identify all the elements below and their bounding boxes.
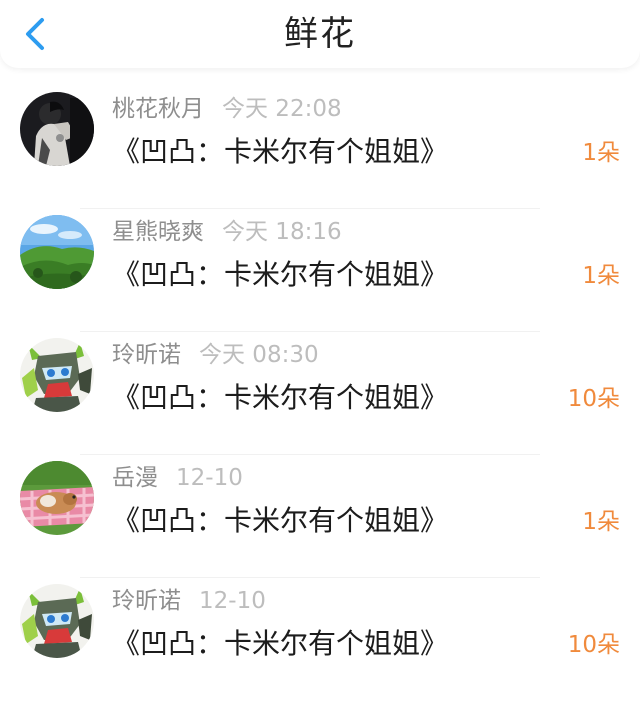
timestamp: 12-10: [176, 465, 243, 491]
user-avatar[interactable]: [20, 338, 94, 412]
record-meta: 星熊晓爽 今天 18:16: [112, 217, 342, 247]
flower-record-row[interactable]: 桃花秋月 今天 22:08 《凹凸：卡米尔有个姐姐》 1朵: [0, 86, 640, 209]
anime-character-avatar: [20, 338, 94, 412]
flower-record-row[interactable]: 玲昕诺 今天 08:30 《凹凸：卡米尔有个姐姐》 10朵: [0, 332, 640, 455]
flower-count: 1朵: [582, 509, 620, 535]
timestamp: 12-10: [199, 588, 266, 614]
user-avatar[interactable]: [20, 92, 94, 166]
flower-count: 1朵: [582, 263, 620, 289]
record-meta: 岳漫 12-10: [112, 463, 243, 493]
record-meta: 玲昕诺 今天 08:30: [112, 340, 319, 370]
user-avatar[interactable]: [20, 461, 94, 535]
username[interactable]: 玲昕诺: [112, 588, 181, 614]
username[interactable]: 玲昕诺: [112, 342, 181, 368]
timestamp: 今天 18:16: [222, 219, 342, 245]
record-meta: 桃花秋月 今天 22:08: [112, 94, 342, 124]
timestamp: 今天 22:08: [222, 96, 342, 122]
flower-count: 10朵: [567, 386, 620, 412]
page-title: 鲜花: [284, 14, 356, 54]
username[interactable]: 桃花秋月: [112, 96, 204, 122]
flower-record-row[interactable]: 岳漫 12-10 《凹凸：卡米尔有个姐姐》 1朵: [0, 455, 640, 578]
anime-character-avatar: [20, 584, 94, 658]
pet-on-grass-avatar: [20, 461, 94, 535]
landscape-hills-avatar: [20, 215, 94, 289]
work-title[interactable]: 《凹凸：卡米尔有个姐姐》: [112, 255, 448, 295]
username[interactable]: 星熊晓爽: [112, 219, 204, 245]
username[interactable]: 岳漫: [112, 465, 158, 491]
flower-record-row[interactable]: 玲昕诺 12-10 《凹凸：卡米尔有个姐姐》 10朵: [0, 578, 640, 701]
user-avatar[interactable]: [20, 584, 94, 658]
work-title[interactable]: 《凹凸：卡米尔有个姐姐》: [112, 501, 448, 541]
record-meta: 玲昕诺 12-10: [112, 586, 266, 616]
user-avatar[interactable]: [20, 215, 94, 289]
work-title[interactable]: 《凹凸：卡米尔有个姐姐》: [112, 624, 448, 664]
flower-record-row[interactable]: 星熊晓爽 今天 18:16 《凹凸：卡米尔有个姐姐》 1朵: [0, 209, 640, 332]
flower-list: 桃花秋月 今天 22:08 《凹凸：卡米尔有个姐姐》 1朵 星熊晓爽 今天 18:1…: [0, 86, 640, 701]
flower-count: 1朵: [582, 140, 620, 166]
work-title[interactable]: 《凹凸：卡米尔有个姐姐》: [112, 132, 448, 172]
work-title[interactable]: 《凹凸：卡米尔有个姐姐》: [112, 378, 448, 418]
portrait-dark-avatar: [20, 92, 94, 166]
timestamp: 今天 08:30: [199, 342, 319, 368]
flower-count: 10朵: [567, 632, 620, 658]
top-nav-bar: 鲜花: [0, 0, 640, 68]
